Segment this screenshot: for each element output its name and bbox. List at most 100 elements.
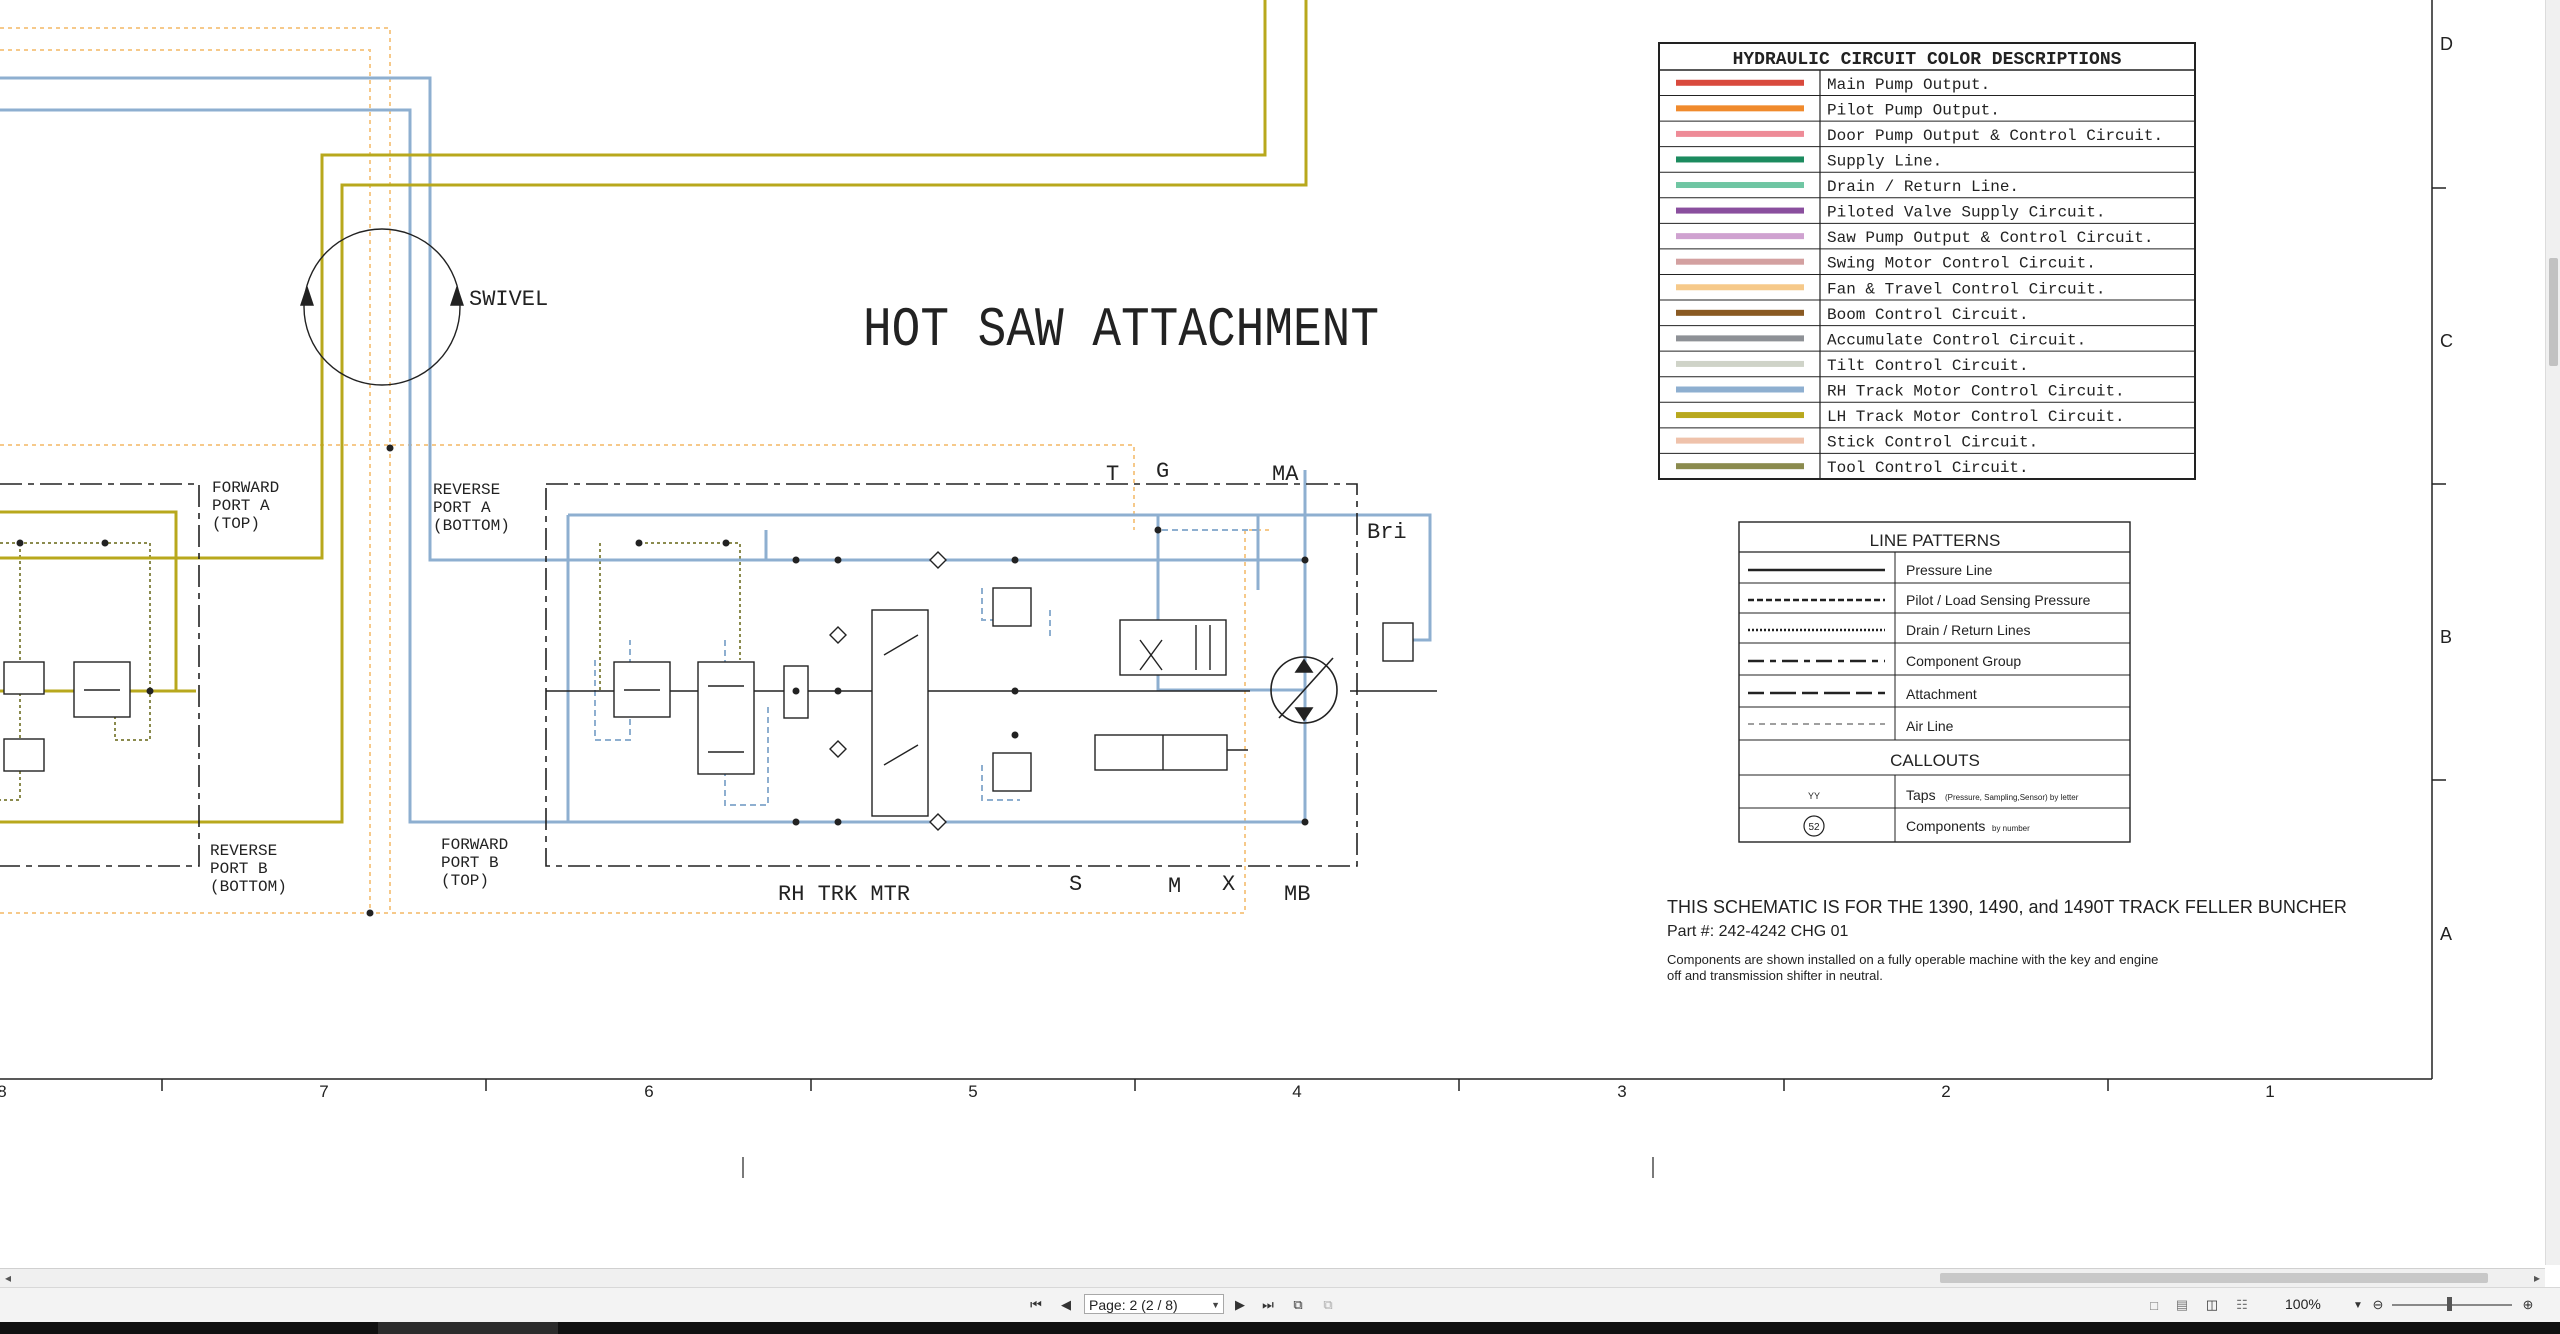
grid-row-label: D <box>2440 34 2453 54</box>
line-patterns-table: LINE PATTERNS Pressure Line Pilot / Load… <box>1738 521 2131 843</box>
legend-label: RH Track Motor Control Circuit. <box>1827 383 2125 401</box>
notes-part-number: Part #: 242-4242 CHG 01 <box>1667 923 1849 940</box>
legend-label: Swing Motor Control Circuit. <box>1827 255 2096 273</box>
legend-label: Pilot Pump Output. <box>1827 101 2000 119</box>
port-ma-label: MA <box>1272 462 1299 487</box>
page-number-text: Page: 2 (2 / 8) <box>1089 1297 1178 1313</box>
taps-label: Taps <box>1906 787 1936 803</box>
swivel-label: SWIVEL <box>469 287 548 312</box>
vertical-scrollbar[interactable] <box>2545 0 2560 1265</box>
viewer-toolbar: ⏮ ◀ Page: 2 (2 / 8) ▼ ▶ ⏭ ⧉ ⧉ □ ▤ ◫ ☷ 10… <box>0 1287 2560 1322</box>
legend-color-swatch <box>1676 207 1804 214</box>
continuous-view-icon[interactable]: ▤ <box>2172 1296 2192 1314</box>
legend-color-swatch <box>1676 412 1804 419</box>
legend-color-swatch <box>1676 233 1804 240</box>
zoom-out-icon[interactable]: ⊖ <box>2368 1296 2388 1314</box>
legend-label: Main Pump Output. <box>1827 76 1990 94</box>
legend-label: Stick Control Circuit. <box>1827 434 2038 452</box>
zoom-dropdown-icon[interactable]: ▼ <box>2348 1296 2368 1314</box>
legend-color-swatch <box>1676 463 1804 470</box>
legend-label: Accumulate Control Circuit. <box>1827 331 2086 349</box>
zoom-slider-track[interactable] <box>2392 1304 2512 1306</box>
grid-col-label: 3 <box>1617 1082 1626 1101</box>
line-pattern-label: Air Line <box>1906 718 1954 734</box>
legend-label: Tool Control Circuit. <box>1827 459 2029 477</box>
grid-col-label: 2 <box>1941 1082 1950 1101</box>
components-symbol-text: 52 <box>1808 822 1820 833</box>
zoom-level[interactable]: 100% <box>2285 1296 2321 1312</box>
legend-color-swatch <box>1676 105 1804 112</box>
legend-label: Fan & Travel Control Circuit. <box>1827 280 2105 298</box>
components-note: by number <box>1992 824 2030 833</box>
scroll-right-arrow-icon[interactable]: ▸ <box>2529 1269 2545 1287</box>
forward-port-b-line3: (TOP) <box>441 872 489 890</box>
grid-col-label: 1 <box>2265 1082 2274 1101</box>
grid-col-label: 8 <box>0 1082 7 1101</box>
port-mb-label: MB <box>1284 882 1310 907</box>
line-patterns-title: LINE PATTERNS <box>1870 531 2001 550</box>
brake-label: Bri <box>1367 520 1407 545</box>
scroll-mode-icon[interactable]: ☷ <box>2232 1296 2252 1314</box>
reverse-port-a-line2: PORT A <box>433 499 491 517</box>
legend-color-swatch <box>1676 309 1804 316</box>
line-pattern-label: Drain / Return Lines <box>1906 622 2031 638</box>
reverse-port-b-line2: PORT B <box>210 860 268 878</box>
grid-col-label: 6 <box>644 1082 653 1101</box>
reverse-port-b-line1: REVERSE <box>210 842 277 860</box>
notes-line-2: off and transmission shifter in neutral. <box>1667 968 1883 983</box>
forward-port-a-line1: FORWARD <box>212 479 279 497</box>
schematic-notes: THIS SCHEMATIC IS FOR THE 1390, 1490, an… <box>1667 897 2347 983</box>
port-s-label: S <box>1069 872 1082 897</box>
legend-label: Piloted Valve Supply Circuit. <box>1827 204 2105 222</box>
legend-color-swatch <box>1676 156 1804 163</box>
forward-port-b-line2: PORT B <box>441 854 499 872</box>
port-m-label: M <box>1168 874 1181 899</box>
legend-label: LH Track Motor Control Circuit. <box>1827 408 2125 426</box>
single-page-view-icon[interactable]: □ <box>2144 1296 2164 1314</box>
legend-label: Drain / Return Line. <box>1827 178 2019 196</box>
next-page-icon[interactable]: ▶ <box>1230 1296 1250 1314</box>
components-label: Components <box>1906 818 1985 834</box>
forward-port-b-line1: FORWARD <box>441 836 508 854</box>
legend-color-swatch <box>1676 360 1804 367</box>
legend-label: Tilt Control Circuit. <box>1827 357 2029 375</box>
hydraulic-schematic: D C B A 8 7 6 5 4 3 2 1 HOT SAW ATTACHME… <box>0 0 2453 1178</box>
horizontal-scrollbar[interactable]: ◂ ▸ <box>0 1268 2545 1287</box>
line-pattern-label: Pressure Line <box>1906 562 1993 578</box>
legend-color-swatch <box>1676 437 1804 444</box>
forward-port-a-line3: (TOP) <box>212 515 260 533</box>
page-dropdown-icon[interactable]: ▼ <box>1211 1295 1220 1315</box>
line-pattern-label: Component Group <box>1906 653 2021 669</box>
first-page-icon[interactable]: ⏮ <box>1026 1296 1046 1314</box>
grid-col-label: 5 <box>968 1082 977 1101</box>
line-pattern-label: Attachment <box>1906 686 1977 702</box>
taskbar-tab[interactable] <box>378 1322 558 1334</box>
vertical-scrollbar-thumb[interactable] <box>2549 258 2558 366</box>
legend-color-swatch <box>1676 79 1804 86</box>
line-pattern-label: Pilot / Load Sensing Pressure <box>1906 592 2091 608</box>
two-page-view-icon[interactable]: ◫ <box>2202 1296 2222 1314</box>
hydraulic-color-legend: HYDRAULIC CIRCUIT COLOR DESCRIPTIONS Mai… <box>1658 42 2196 480</box>
previous-page-icon[interactable]: ◀ <box>1056 1296 1076 1314</box>
horizontal-scrollbar-thumb[interactable] <box>1940 1273 2488 1283</box>
zoom-slider-handle[interactable] <box>2447 1297 2452 1311</box>
legend-color-swatch <box>1676 284 1804 291</box>
valve-cluster <box>3 587 1414 817</box>
color-legend-title: HYDRAULIC CIRCUIT COLOR DESCRIPTIONS <box>1733 50 2122 70</box>
notes-heading: THIS SCHEMATIC IS FOR THE 1390, 1490, an… <box>1667 897 2347 917</box>
legend-label: Supply Line. <box>1827 152 1942 170</box>
last-page-icon[interactable]: ⏭ <box>1258 1296 1278 1314</box>
scroll-left-arrow-icon[interactable]: ◂ <box>0 1269 16 1287</box>
legend-color-swatch <box>1676 130 1804 137</box>
reverse-port-a-line1: REVERSE <box>433 481 500 499</box>
zoom-in-icon[interactable]: ⊕ <box>2518 1296 2538 1314</box>
document-viewport: D C B A 8 7 6 5 4 3 2 1 HOT SAW ATTACHME… <box>0 0 2545 1265</box>
paste-page-icon[interactable]: ⧉ <box>1318 1296 1338 1314</box>
page-number-field[interactable]: Page: 2 (2 / 8) ▼ <box>1084 1294 1224 1314</box>
copy-page-icon[interactable]: ⧉ <box>1288 1296 1308 1314</box>
port-g-label: G <box>1156 459 1169 484</box>
forward-port-a-line2: PORT A <box>212 497 270 515</box>
grid-col-label: 7 <box>319 1082 328 1101</box>
legend-label: Boom Control Circuit. <box>1827 306 2029 324</box>
taps-note: (Pressure, Sampling,Sensor) by letter <box>1945 793 2079 802</box>
